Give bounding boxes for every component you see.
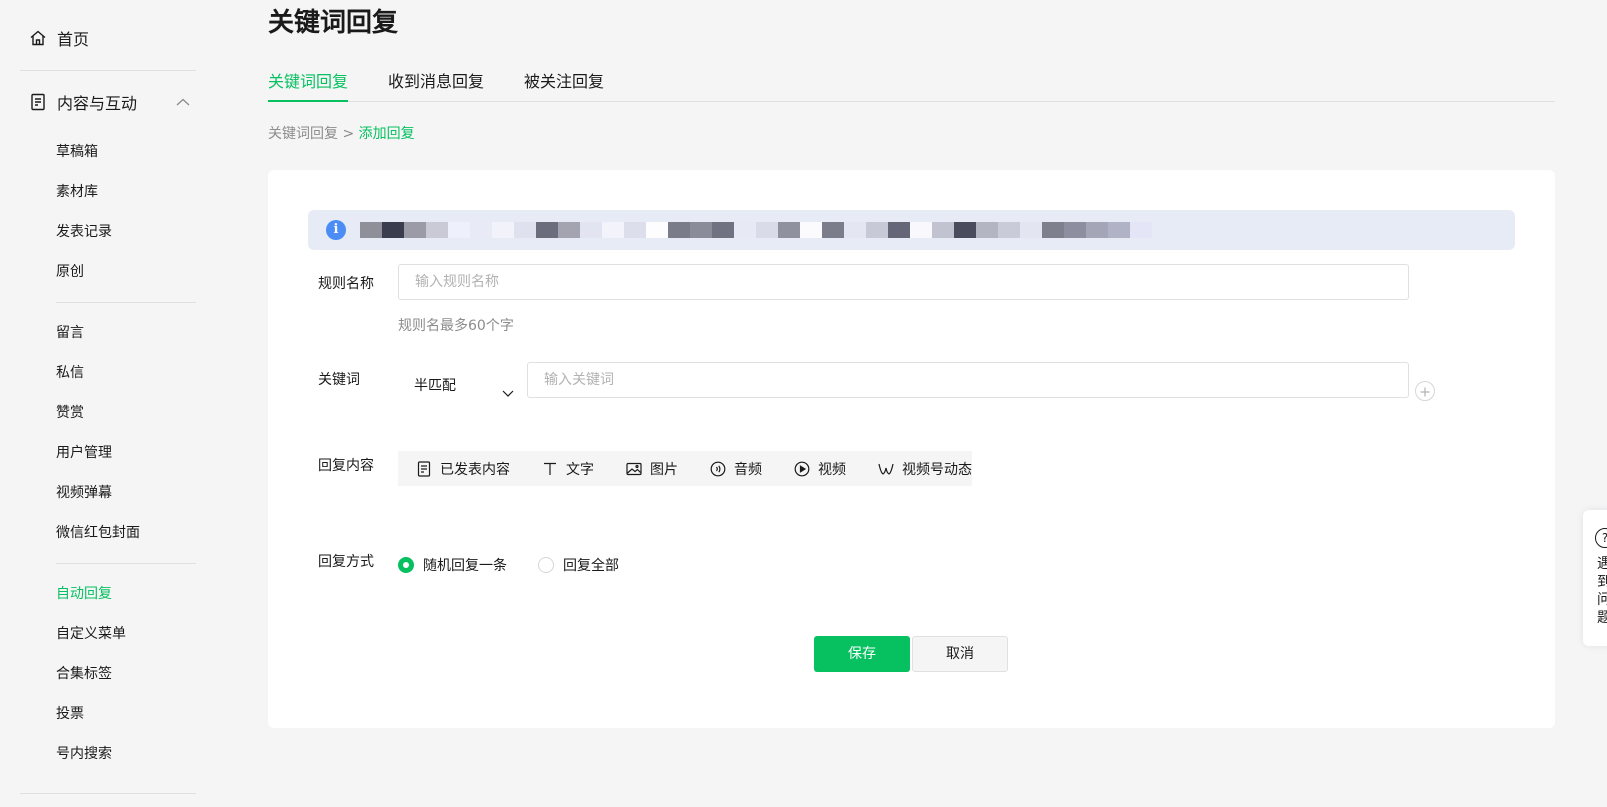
document-icon [416, 460, 432, 477]
sidebar-item-user-management[interactable]: 用户管理 [56, 438, 206, 468]
radio-label: 随机回复一条 [423, 558, 507, 574]
tab-bar: 关键词回复 收到消息回复 被关注回复 [268, 70, 1555, 102]
reply-type-published[interactable]: 已发表内容 [416, 451, 510, 486]
channels-icon [878, 461, 894, 477]
tab-follow-reply[interactable]: 被关注回复 [524, 70, 604, 102]
sidebar-item-original[interactable]: 原创 [56, 257, 206, 287]
reply-type-video[interactable]: 视频 [794, 451, 846, 486]
breadcrumb: 关键词回复 > 添加回复 [268, 124, 415, 144]
sidebar-divider [20, 793, 196, 794]
sidebar-item-comments[interactable]: 留言 [56, 318, 206, 348]
add-keyword-button[interactable] [1415, 381, 1435, 401]
sidebar-divider [56, 302, 196, 303]
chevron-up-icon [176, 98, 190, 106]
reply-type-image[interactable]: 图片 [626, 451, 678, 486]
radio-reply-all[interactable]: 回复全部 [538, 555, 619, 575]
keyword-label: 关键词 [318, 372, 360, 388]
sidebar-item-drafts[interactable]: 草稿箱 [56, 137, 206, 167]
sidebar-group-content[interactable]: 内容与互动 [20, 82, 196, 122]
reply-type-label: 音频 [734, 461, 762, 478]
keyword-input[interactable] [527, 362, 1409, 398]
plus-icon [1420, 382, 1430, 401]
tab-keyword-reply[interactable]: 关键词回复 [268, 70, 349, 102]
reply-type-audio[interactable]: 音频 [710, 451, 762, 486]
sidebar-item-red-packet-cover[interactable]: 微信红包封面 [56, 518, 206, 548]
info-icon: i [326, 220, 346, 240]
help-float-text: 遇到问题 [1597, 556, 1607, 626]
reply-content-label: 回复内容 [318, 458, 374, 474]
video-icon [794, 461, 810, 477]
sidebar-item-collection-tags[interactable]: 合集标签 [56, 659, 206, 689]
cancel-button[interactable]: 取消 [912, 636, 1008, 672]
image-icon [626, 461, 642, 477]
audio-icon [710, 461, 726, 477]
sidebar-item-materials[interactable]: 素材库 [56, 177, 206, 207]
breadcrumb-parent[interactable]: 关键词回复 [268, 126, 338, 142]
sidebar-divider [20, 70, 196, 71]
chevron-down-icon [502, 382, 514, 401]
radio-label: 回复全部 [563, 558, 619, 574]
page-title: 关键词回复 [268, 8, 399, 38]
reply-type-label: 已发表内容 [440, 461, 510, 478]
sidebar-item-publish-records[interactable]: 发表记录 [56, 217, 206, 247]
reply-mode-label: 回复方式 [318, 554, 374, 570]
notice-banner: i [308, 210, 1515, 250]
save-button[interactable]: 保存 [814, 636, 910, 672]
rule-name-label: 规则名称 [318, 276, 374, 292]
sidebar-item-rewards[interactable]: 赞赏 [56, 398, 206, 428]
add-reply-card: i 规则名称 输入规则名称 规则名最多60个字 关键词 半匹配 输入关键词 回复… [268, 170, 1555, 728]
sidebar-divider [56, 563, 196, 564]
reply-type-text[interactable]: 文字 [542, 451, 594, 486]
radio-random-reply[interactable]: 随机回复一条 [398, 555, 507, 575]
question-icon: ? [1595, 528, 1607, 548]
sidebar-group-label: 内容与互动 [57, 94, 138, 113]
reply-type-label: 视频 [818, 461, 846, 478]
sidebar-item-label: 首页 [57, 30, 90, 49]
reply-type-label: 视频号动态 [902, 461, 972, 478]
reply-type-toolbar: 已发表内容 文字 图片 音频 视频 视频号动态 [398, 451, 972, 486]
breadcrumb-current: 添加回复 [358, 126, 415, 142]
sidebar-item-messages[interactable]: 私信 [56, 358, 206, 388]
sidebar-item-video-danmaku[interactable]: 视频弹幕 [56, 478, 206, 508]
radio-unchecked-indicator [538, 557, 554, 573]
sidebar-item-vote[interactable]: 投票 [56, 699, 206, 729]
reply-type-label: 文字 [566, 461, 594, 478]
sidebar: 首页 内容与互动 草稿箱 素材库 发表记录 原创 留言 私信 赞赏 用户管理 视… [0, 0, 220, 807]
reply-type-label: 图片 [650, 461, 678, 478]
sidebar-item-home[interactable]: 首页 [20, 18, 196, 58]
sidebar-item-in-account-search[interactable]: 号内搜索 [56, 739, 206, 769]
sidebar-item-auto-reply[interactable]: 自动回复 [56, 579, 206, 609]
radio-checked-indicator [398, 557, 414, 573]
help-float-button[interactable]: ? 遇到问题 [1583, 510, 1607, 646]
rule-name-input[interactable] [398, 264, 1409, 300]
rule-name-hint: 规则名最多60个字 [398, 318, 514, 334]
document-icon [28, 92, 48, 112]
sidebar-item-custom-menu[interactable]: 自定义菜单 [56, 619, 206, 649]
tab-message-reply[interactable]: 收到消息回复 [388, 70, 484, 102]
match-mode-select[interactable]: 半匹配 [398, 368, 522, 404]
redacted-notice-text [360, 222, 1152, 238]
match-mode-value: 半匹配 [414, 378, 456, 394]
home-icon [28, 28, 48, 48]
text-icon [542, 461, 558, 477]
breadcrumb-separator: > [338, 126, 359, 142]
reply-type-channels-feed[interactable]: 视频号动态 [878, 451, 972, 486]
